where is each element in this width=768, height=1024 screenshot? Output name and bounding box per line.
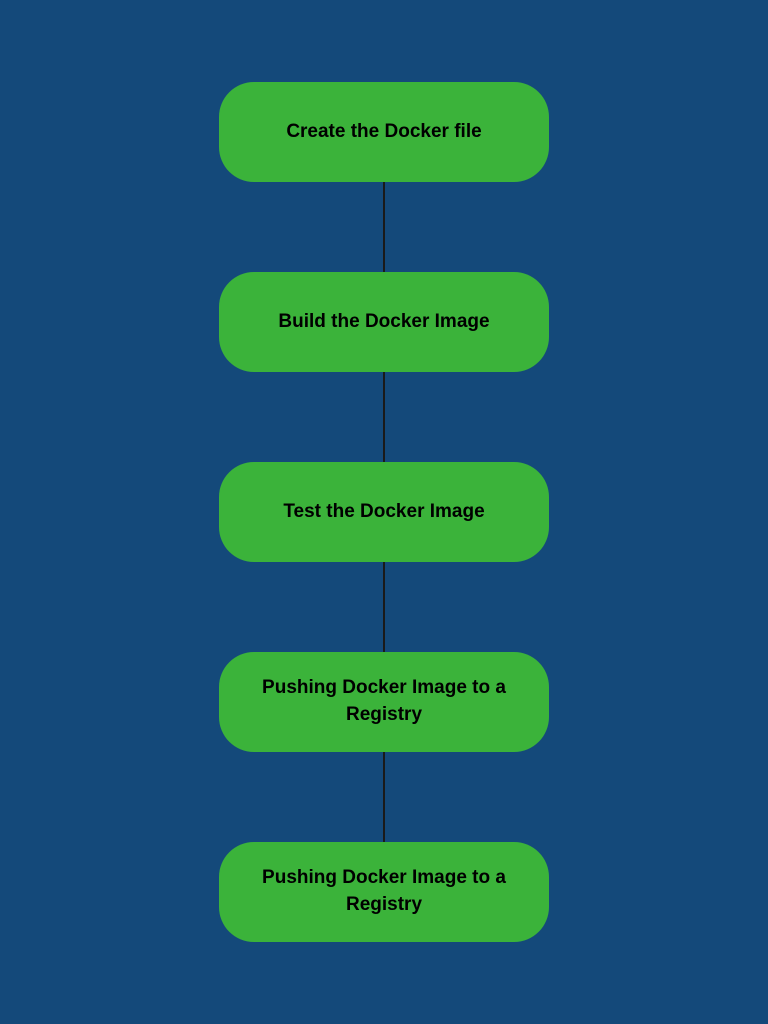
connector-line bbox=[383, 182, 385, 272]
connector-line bbox=[383, 562, 385, 652]
flowchart-step: Test the Docker Image bbox=[219, 462, 549, 562]
flowchart-step: Pushing Docker Image to a Registry bbox=[219, 842, 549, 942]
flowchart-step: Build the Docker Image bbox=[219, 272, 549, 372]
step-label: Test the Docker Image bbox=[283, 499, 484, 526]
connector-line bbox=[383, 752, 385, 842]
step-label: Pushing Docker Image to a Registry bbox=[244, 865, 524, 918]
step-label: Build the Docker Image bbox=[278, 309, 489, 336]
docker-flowchart: Create the Docker file Build the Docker … bbox=[0, 82, 768, 942]
flowchart-step: Pushing Docker Image to a Registry bbox=[219, 652, 549, 752]
connector-line bbox=[383, 372, 385, 462]
step-label: Pushing Docker Image to a Registry bbox=[244, 675, 524, 728]
step-label: Create the Docker file bbox=[286, 119, 481, 146]
flowchart-step: Create the Docker file bbox=[219, 82, 549, 182]
